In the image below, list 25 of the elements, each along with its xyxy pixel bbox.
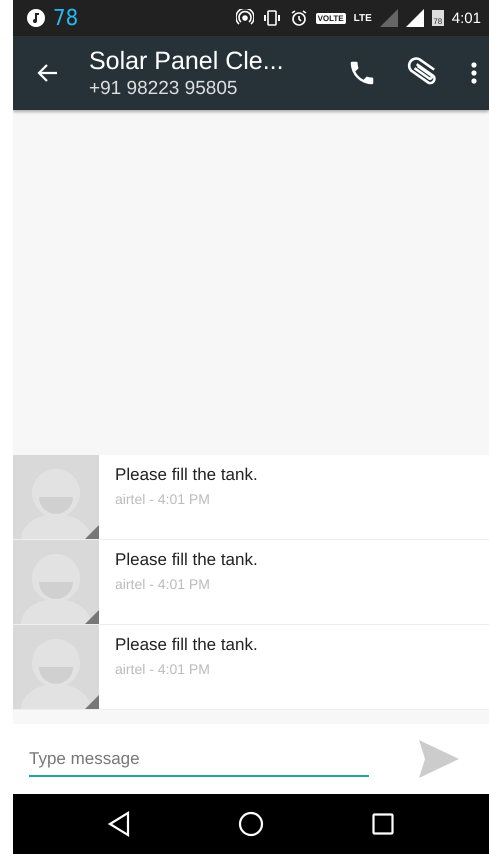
back-arrow-icon[interactable] <box>37 62 59 84</box>
message-meta: airtel - 4:01 PM <box>115 661 210 677</box>
volte-badge: VOLTE <box>316 12 346 24</box>
message-text: Please fill the tank. <box>115 550 258 570</box>
hotspot-icon <box>236 9 254 27</box>
recents-icon[interactable] <box>372 813 394 835</box>
alarm-icon <box>290 9 308 27</box>
network-type: LTE <box>354 12 372 24</box>
message-text: Please fill the tank. <box>115 635 258 655</box>
notification-count: 78 <box>53 6 78 30</box>
message-input[interactable]: Type message <box>29 741 369 777</box>
battery-level: 78 <box>432 10 444 26</box>
signal-icon <box>406 9 424 27</box>
message-text: Please fill the tank. <box>115 465 258 485</box>
back-icon[interactable] <box>108 811 130 837</box>
more-options-icon[interactable] <box>471 61 477 85</box>
clock: 4:01 <box>452 10 481 26</box>
message-meta: airtel - 4:01 PM <box>115 491 210 507</box>
home-icon[interactable] <box>238 811 264 837</box>
contact-name: Solar Panel Cle... <box>89 46 285 76</box>
vibrate-icon <box>262 9 282 27</box>
message-meta: airtel - 4:01 PM <box>115 576 210 592</box>
signal-icon <box>380 9 398 27</box>
music-icon <box>27 9 45 27</box>
phone-number: +91 98223 95805 <box>89 78 238 100</box>
